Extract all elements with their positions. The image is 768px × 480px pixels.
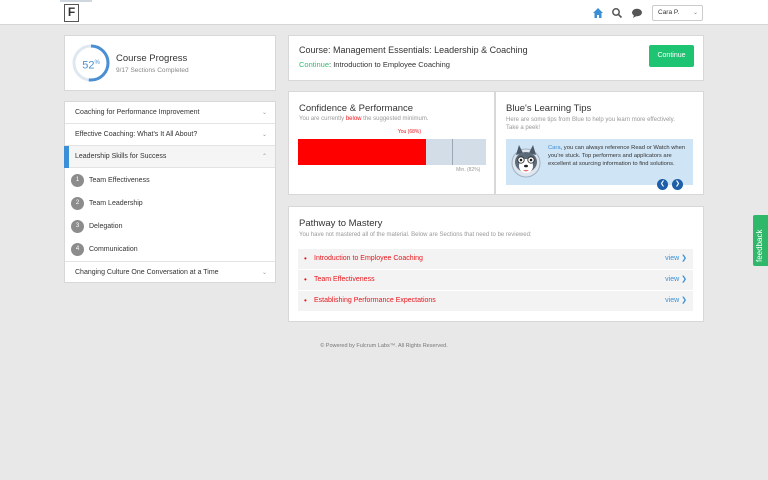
previous-tip-button[interactable]: ❮ (657, 179, 668, 190)
next-tip-button[interactable]: ❯ (672, 179, 683, 190)
progress-title: Course Progress (116, 53, 188, 64)
continue-line: Continue: Introduction to Employee Coach… (299, 60, 450, 69)
section-item[interactable]: Changing Culture One Conversation at a T… (65, 261, 275, 283)
course-progress-card: 52% Course Progress 9/17 Sections Comple… (64, 35, 276, 91)
progress-percent: 52% (82, 59, 100, 72)
pathway-card: Pathway to Mastery You have not mastered… (288, 206, 704, 322)
fulcrum-logo[interactable]: F (64, 4, 79, 22)
pathway-title: Pathway to Mastery (299, 218, 383, 229)
subsection-item[interactable]: 1 Team Effectiveness (65, 169, 275, 192)
subsection-item[interactable]: 3 Delegation (65, 215, 275, 238)
chevron-down-icon: ⌄ (692, 10, 698, 16)
chevron-up-icon: ⌃ (261, 154, 267, 160)
continue-link[interactable]: Continue (299, 60, 329, 69)
course-card: Course: Management Essentials: Leadershi… (288, 35, 704, 81)
min-label: Min. (82%) (456, 167, 481, 173)
course-title: Course: Management Essentials: Leadershi… (299, 45, 528, 55)
top-navbar: F Cara P. ⌄ (0, 0, 768, 25)
logo-underline (60, 0, 92, 2)
tips-title: Blue's Learning Tips (506, 103, 592, 114)
section-item-active[interactable]: Leadership Skills for Success ⌃ (64, 146, 275, 168)
continue-button[interactable]: Continue (649, 45, 694, 67)
section-item[interactable]: Coaching for Performance Improvement ⌄ (65, 102, 275, 124)
view-link[interactable]: view ❯ (665, 249, 687, 269)
chevron-down-icon: ⌄ (261, 270, 267, 276)
chat-icon[interactable] (631, 7, 643, 19)
feedback-tab[interactable]: feedback (753, 215, 768, 266)
step-number: 1 (71, 174, 84, 187)
pathway-subtitle: You have not mastered all of the materia… (299, 232, 532, 238)
review-row[interactable]: • Establishing Performance Expectations … (298, 291, 693, 311)
minimum-marker (452, 139, 454, 165)
chevron-down-icon: ⌄ (261, 110, 267, 116)
section-item[interactable]: Effective Coaching: What's It All About?… (65, 124, 275, 146)
home-icon[interactable] (592, 7, 604, 19)
confidence-title: Confidence & Performance (299, 103, 414, 114)
tips-card: Blue's Learning Tips Here are some tips … (495, 91, 704, 195)
view-link[interactable]: view ❯ (665, 270, 687, 290)
bullet-icon: • (304, 296, 307, 305)
husky-mascot-icon (511, 145, 541, 178)
step-number: 3 (71, 220, 84, 233)
subsection-item[interactable]: 4 Communication (65, 238, 275, 261)
subsection-item[interactable]: 2 Team Leadership (65, 192, 275, 215)
tip-box: Cara, you can always reference Read or W… (506, 139, 693, 185)
progress-subtitle: 9/17 Sections Completed (116, 67, 189, 74)
step-number: 2 (71, 197, 84, 210)
view-link[interactable]: view ❯ (665, 291, 687, 311)
review-row[interactable]: • Introduction to Employee Coaching view… (298, 249, 693, 269)
step-number: 4 (71, 243, 84, 256)
active-indicator (64, 146, 69, 168)
search-icon[interactable] (611, 7, 623, 19)
tip-text: Cara, you can always reference Read or W… (548, 145, 686, 167)
chevron-down-icon: ⌄ (261, 132, 267, 138)
you-label: You (68%) (397, 129, 421, 135)
confidence-card: Confidence & Performance You are current… (288, 91, 495, 195)
tips-subtitle: Here are some tips from Blue to help you… (506, 117, 675, 131)
user-name: Cara P. (658, 9, 680, 16)
review-row[interactable]: • Team Effectiveness view ❯ (298, 270, 693, 290)
user-dropdown[interactable]: Cara P. ⌄ (652, 5, 703, 21)
confidence-subtitle: You are currently below the suggested mi… (299, 116, 429, 122)
performance-bar-fill (298, 139, 426, 165)
bullet-icon: • (304, 254, 307, 263)
footer-copyright: © Powered by Fulcrum Labs™. All Rights R… (320, 343, 448, 349)
sections-accordion: Coaching for Performance Improvement ⌄ E… (64, 101, 276, 283)
bullet-icon: • (304, 275, 307, 284)
